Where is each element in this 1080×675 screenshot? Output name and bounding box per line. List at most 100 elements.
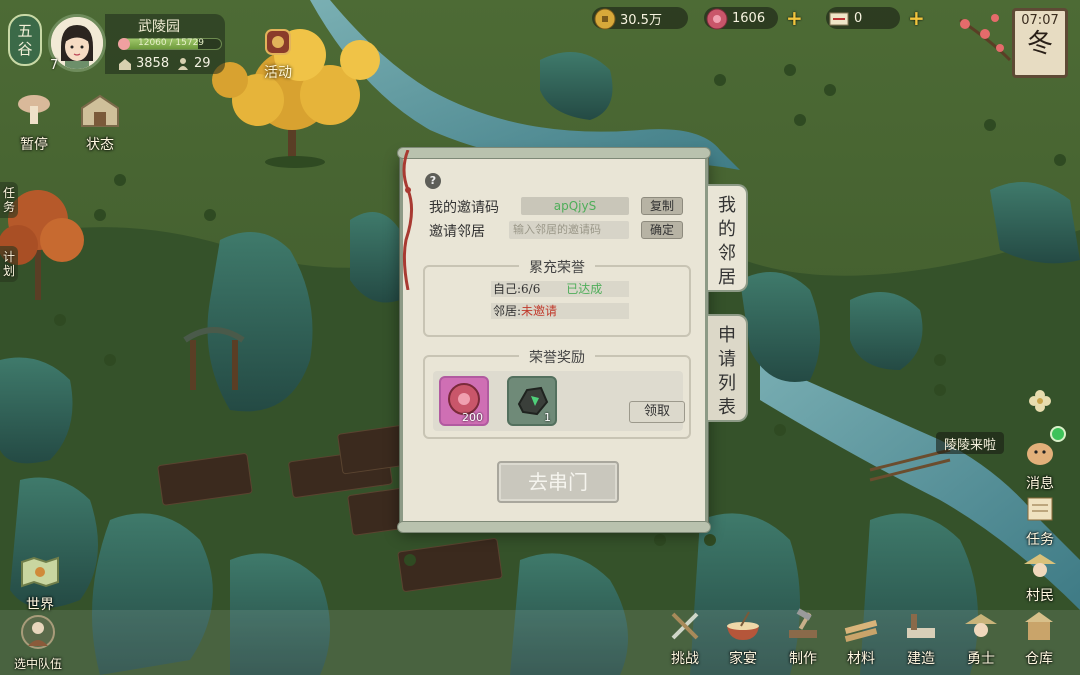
flower-menu-button[interactable] [1018,386,1062,421]
lantern-icon [265,29,291,55]
selected-team-label: 选中队伍 [14,657,63,671]
neighbor-label: 邻居: [493,304,522,318]
reward-item-count: 200 [462,411,483,424]
warrior-hat-icon [965,614,997,637]
dog-mascot-icon [1027,443,1053,465]
ticket-resource: 0 + [826,6,925,30]
my-invite-code: apQjyS [521,197,629,215]
self-progress-row: 自己:6/6 已达成 [491,281,629,297]
coin-value: 30.5万 [620,12,662,28]
feast-button[interactable]: 家宴 [718,608,768,668]
team-portrait-icon [21,615,55,649]
claim-button[interactable]: 领取 [629,401,685,423]
add-ticket-button[interactable]: + [908,6,925,30]
clock-time: 07:07 [1021,13,1059,28]
scroll-icon [1027,497,1053,521]
villager-label: 村民 [1026,588,1054,604]
gem-resource: 1606 + [704,6,803,30]
person-icon [178,57,188,70]
house-icon [119,58,131,70]
copper-coin-icon [594,8,616,30]
player-name: 武陵园 [138,19,180,35]
noodle-bowl-icon [727,611,759,640]
activity-button[interactable]: 活动 [258,26,298,82]
era-char-1: 五 [17,22,33,40]
quest-button[interactable]: 任务 [1018,494,1062,549]
world-map-icon [21,556,59,588]
message-label: 消息 [1026,476,1054,492]
reward-section: 荣誉奖励 200 1 领取 [423,347,691,439]
invite-neighbor-label: 邀请邻居 [429,224,485,240]
activity-label: 活动 [264,65,292,81]
lumber-icon [844,619,878,643]
tab-apply-list[interactable]: 申请列表 [708,314,748,422]
quest-label: 任务 [1026,532,1054,548]
message-button[interactable]: 消息 [1018,438,1062,493]
status-button[interactable]: 状态 [78,92,122,154]
player-level: 7 [50,58,59,73]
mushroom-icon [18,95,50,124]
farmer-hat-icon [1024,554,1056,577]
challenge-button[interactable]: 挑战 [660,608,710,668]
feast-label: 家宴 [729,651,757,667]
my-code-label: 我的邀请码 [429,200,499,216]
copy-button[interactable]: 复制 [641,197,683,215]
reward-item-slot[interactable]: 1 [507,376,557,426]
population-stat: 3858 [118,56,169,71]
warrior-button[interactable]: 勇士 [956,608,1006,668]
selected-team-button[interactable]: 选中队伍 [14,614,62,672]
pause-label: 暂停 [20,137,48,153]
reward-title: 荣誉奖励 [519,347,595,367]
villager-button[interactable]: 村民 [1018,550,1062,605]
population-value: 3858 [136,56,170,71]
world-label: 世界 [26,597,54,613]
honor-title: 累充荣誉 [519,257,595,277]
build-button[interactable]: 建造 [896,608,946,668]
scroll-ticket-icon [829,12,849,26]
confirm-button[interactable]: 确定 [641,221,683,239]
status-label: 状态 [86,137,114,153]
storage-label: 仓库 [1025,651,1053,667]
peach-icon [118,38,130,50]
plan-side-tab[interactable]: 计划 [0,246,18,282]
villager-stat: 29 [176,56,211,71]
tab-my-neighbor-label: 我的邻居 [718,195,736,288]
red-jade-icon [706,8,728,30]
girl-portrait-icon [51,17,103,69]
help-icon[interactable]: ? [425,173,441,189]
crossed-weapons-icon [671,612,699,640]
self-progress-text: 自己:6/6 [493,282,541,296]
granary-icon [1025,612,1053,640]
chat-message[interactable]: 陵陵来啦 [936,432,1005,454]
era-badge[interactable]: 五 谷 [8,14,42,66]
gem-value: 1606 [732,10,766,26]
visit-button[interactable]: 去串门 [497,461,619,503]
self-status: 已达成 [566,282,603,296]
tab-apply-list-label: 申请列表 [718,325,736,418]
tab-my-neighbor[interactable]: 我的邻居 [708,184,748,292]
house-status-icon [81,94,119,127]
add-gem-button[interactable]: + [786,6,803,30]
reward-item-count: 1 [544,411,551,424]
materials-button[interactable]: 材料 [836,608,886,668]
saw-icon [907,614,935,638]
flower-icon [1029,390,1051,412]
invite-code-input[interactable]: 输入邻居的邀请码 [509,221,629,239]
build-label: 建造 [907,651,935,667]
storage-button[interactable]: 仓库 [1014,608,1064,668]
season-label: 冬 [1026,29,1053,59]
craft-label: 制作 [789,651,817,667]
craft-button[interactable]: 制作 [778,608,828,668]
pause-button[interactable]: 暂停 [12,92,56,154]
warrior-label: 勇士 [967,651,995,667]
hammer-anvil-icon [789,608,817,638]
world-button[interactable]: 世界 [18,552,62,614]
ribbon-tassel-icon [402,150,413,290]
xp-text: 12060 / 15729 [138,38,205,48]
reward-item-slot[interactable]: 200 [439,376,489,426]
reward-strip: 200 1 领取 [433,371,685,431]
neighbor-status: 未邀请 [521,304,558,318]
villager-value: 29 [194,56,211,71]
season-clock[interactable]: 07:07 冬 [1012,8,1068,78]
tasks-side-tab[interactable]: 任务 [0,182,18,218]
